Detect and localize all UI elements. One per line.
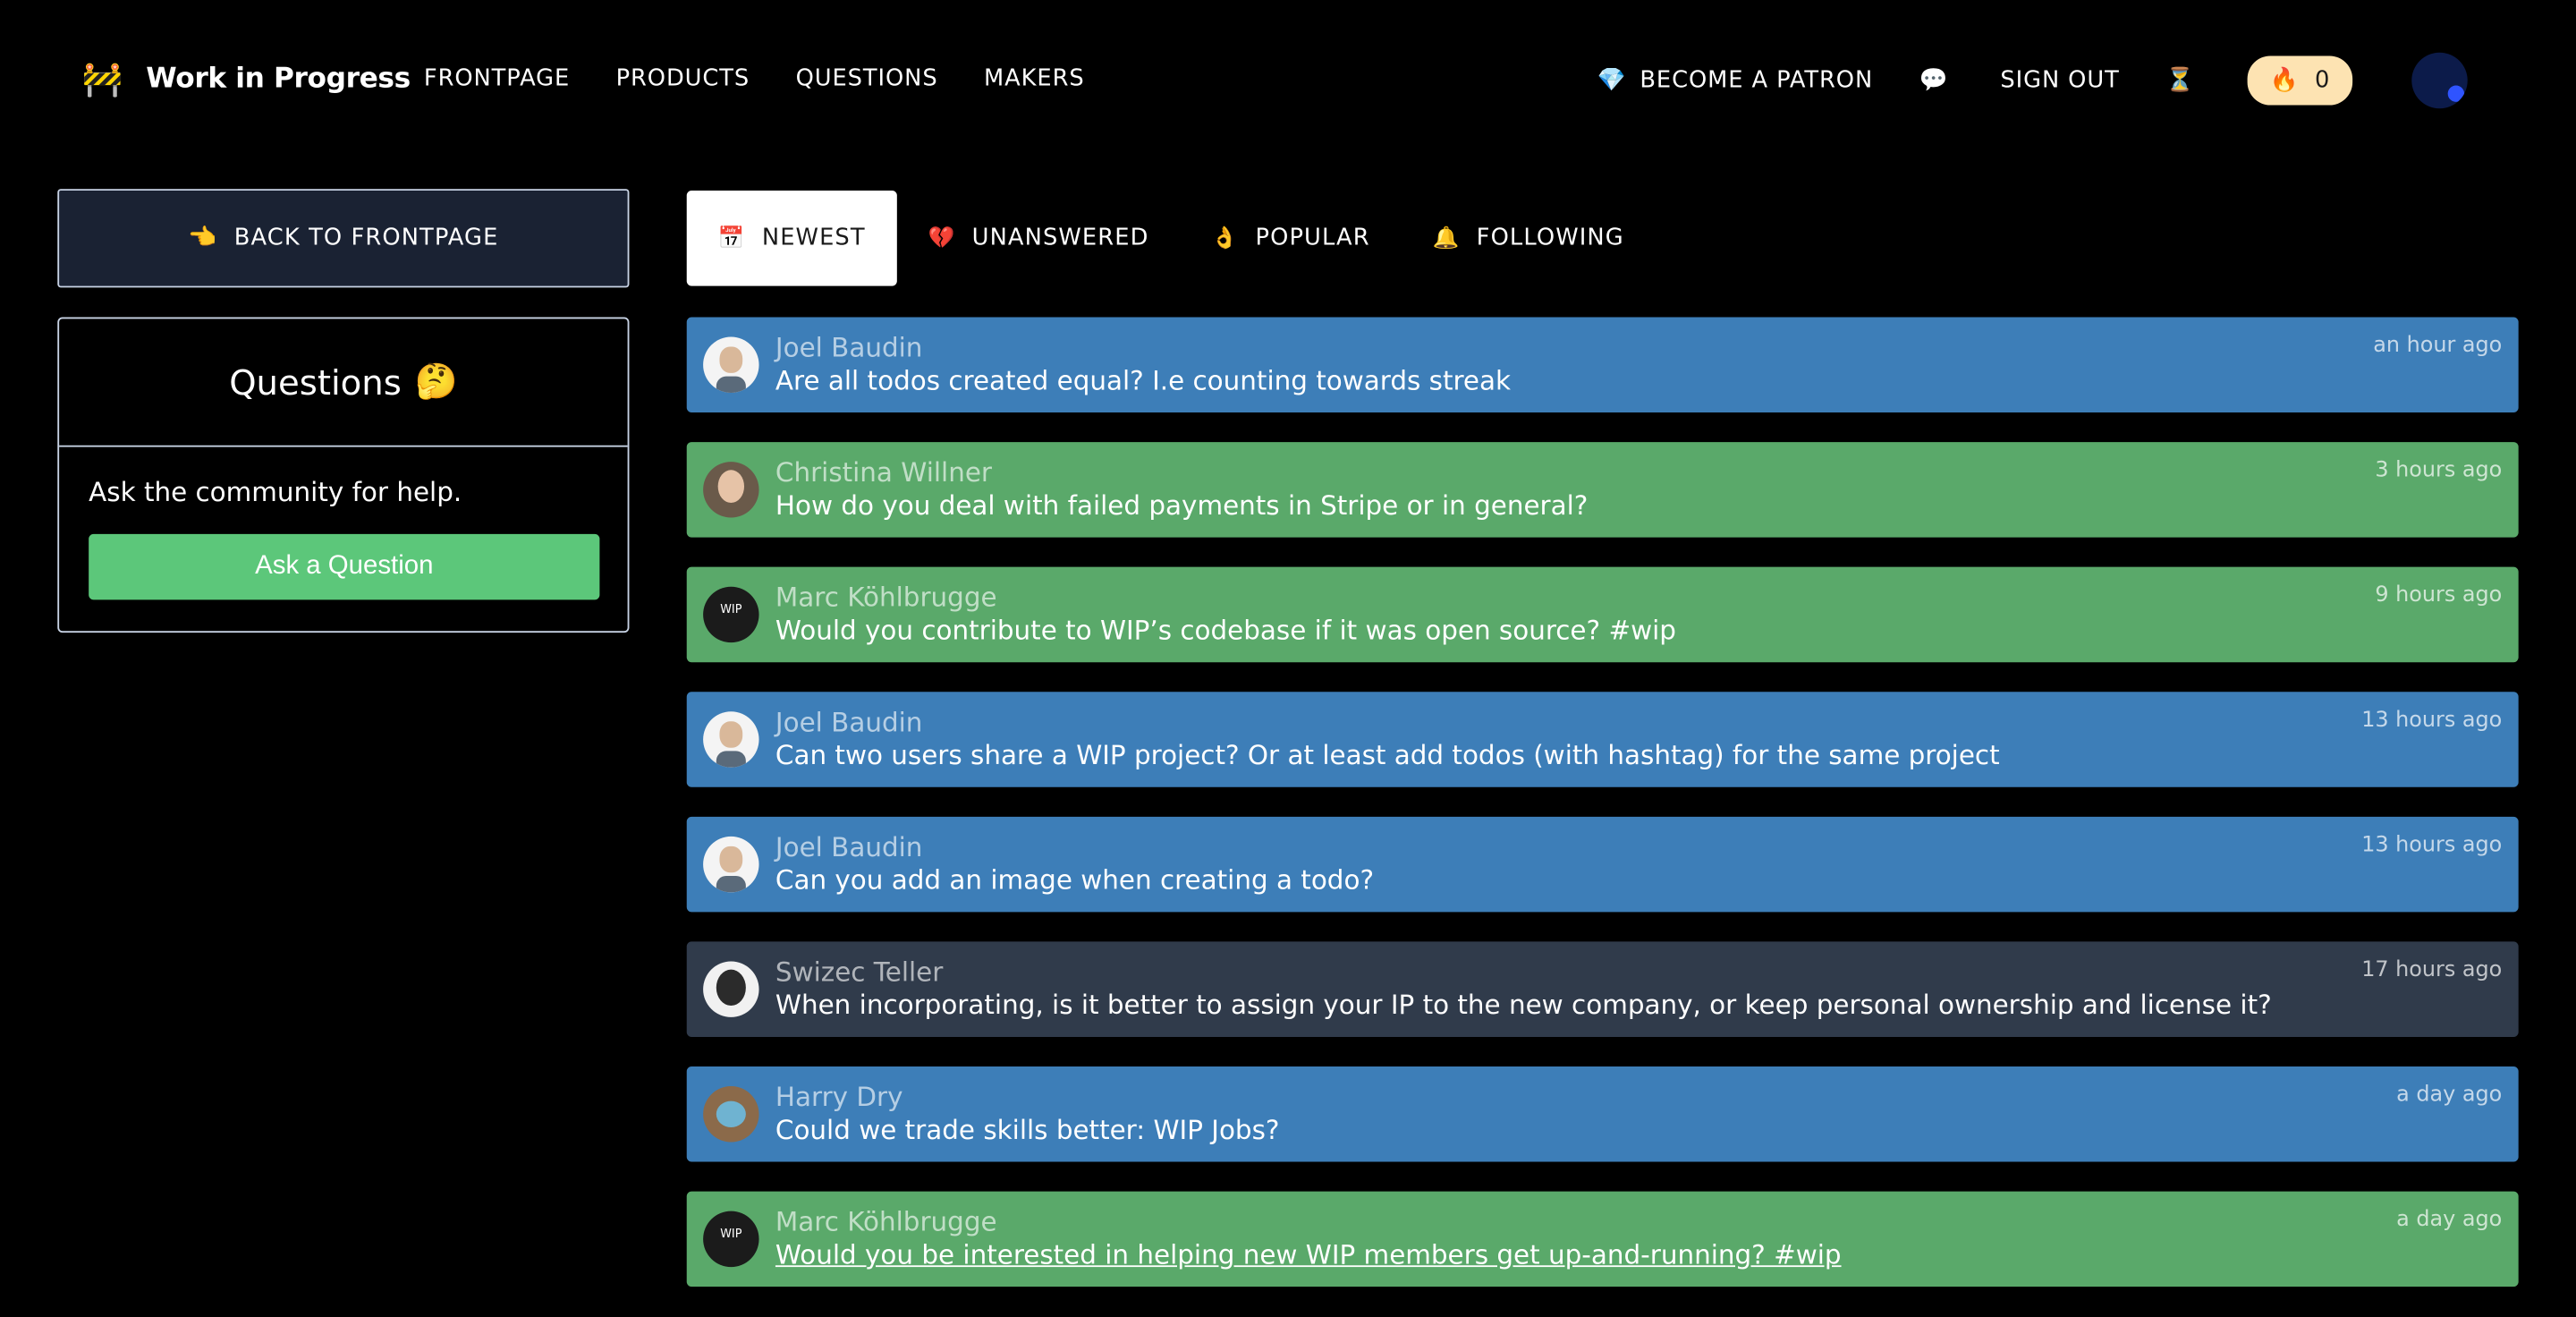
hourglass-icon[interactable]: ⏳: [2165, 67, 2194, 93]
question-title[interactable]: How do you deal with failed payments in …: [775, 489, 1588, 523]
question-time: 3 hours ago: [2375, 458, 2503, 483]
question-author[interactable]: Marc Köhlbrugge: [775, 1206, 1842, 1239]
tab-following[interactable]: 🔔 FOLLOWING: [1402, 191, 1656, 286]
nav-products[interactable]: PRODUCTS: [616, 65, 750, 91]
question-filter-tabs: 📅 NEWEST 💔 UNANSWERED 👌 POPULAR 🔔 FOLLOW…: [686, 191, 1656, 286]
question-item[interactable]: Joel Baudin Can two users share a WIP pr…: [686, 692, 2519, 787]
questions-card-header: Questions 🤔: [59, 319, 628, 447]
question-title[interactable]: Would you be interested in helping new W…: [775, 1239, 1842, 1272]
calendar-icon: 📅: [717, 225, 746, 251]
tab-label: POPULAR: [1255, 225, 1370, 252]
question-text: Marc Köhlbrugge Would you contribute to …: [775, 582, 1676, 647]
question-time: a day ago: [2396, 1207, 2503, 1233]
question-title[interactable]: Could we trade skills better: WIP Jobs?: [775, 1114, 1280, 1147]
nav-makers[interactable]: MAKERS: [984, 65, 1085, 91]
question-text: Swizec Teller When incorporating, is it …: [775, 956, 2272, 1022]
question-author[interactable]: Joel Baudin: [775, 831, 1374, 864]
streak-badge[interactable]: 🔥 0: [2246, 55, 2353, 106]
brand-logo-link[interactable]: 🚧 Work in Progress: [82, 59, 411, 98]
tab-label: NEWEST: [761, 225, 866, 252]
questions-card-body: Ask the community for help. Ask a Questi…: [59, 447, 627, 630]
app: 🚧 Work in Progress FRONTPAGE PRODUCTS QU…: [0, 0, 2576, 1316]
back-to-frontpage-button[interactable]: 👈 BACK TO FRONTPAGE: [57, 189, 630, 288]
questions-card-title: Questions: [229, 361, 402, 403]
sign-out-link[interactable]: SIGN OUT: [2000, 67, 2119, 93]
become-patron-label: BECOME A PATRON: [1640, 67, 1874, 94]
questions-list: Joel Baudin Are all todos created equal?…: [686, 317, 2519, 1316]
question-author[interactable]: Marc Köhlbrugge: [775, 582, 1676, 615]
question-item[interactable]: Harry Dry Could we trade skills better: …: [686, 1066, 2519, 1162]
author-avatar[interactable]: [703, 336, 759, 393]
author-avatar[interactable]: [703, 462, 759, 518]
question-author[interactable]: Christina Willner: [775, 457, 1588, 490]
questions-card: Questions 🤔 Ask the community for help. …: [57, 317, 630, 633]
broken-heart-icon: 💔: [928, 225, 956, 251]
question-text: Joel Baudin Can you add an image when cr…: [775, 831, 1374, 896]
author-avatar[interactable]: [703, 836, 759, 893]
questions-card-description: Ask the community for help.: [89, 476, 462, 508]
ask-question-button[interactable]: Ask a Question: [89, 533, 600, 600]
tab-label: UNANSWERED: [971, 225, 1149, 252]
author-avatar[interactable]: [703, 1211, 759, 1268]
question-author[interactable]: Joel Baudin: [775, 707, 2000, 740]
question-title[interactable]: Would you contribute to WIP’s codebase i…: [775, 615, 1676, 648]
nav-questions[interactable]: QUESTIONS: [796, 65, 938, 91]
author-avatar[interactable]: [703, 1086, 759, 1143]
question-item[interactable]: Marc Köhlbrugge Would you contribute to …: [686, 566, 2519, 663]
user-nav: 💎 BECOME A PATRON 💬 SIGN OUT ⏳ 🔥 0: [1597, 52, 2468, 109]
question-item[interactable]: Marc Köhlbrugge Would you be interested …: [686, 1191, 2519, 1287]
question-time: a day ago: [2396, 1083, 2503, 1108]
tab-popular[interactable]: 👌 POPULAR: [1180, 191, 1401, 286]
tab-unanswered[interactable]: 💔 UNANSWERED: [897, 191, 1181, 286]
tab-newest[interactable]: 📅 NEWEST: [686, 191, 897, 286]
question-text: Christina Willner How do you deal with f…: [775, 457, 1588, 523]
nav-frontpage[interactable]: FRONTPAGE: [424, 65, 570, 91]
question-item[interactable]: Joel Baudin Are all todos created equal?…: [686, 317, 2519, 413]
thinking-face-icon: 🤔: [414, 361, 458, 402]
question-time: 13 hours ago: [2361, 708, 2503, 734]
question-time: 13 hours ago: [2361, 833, 2503, 858]
main-nav: FRONTPAGE PRODUCTS QUESTIONS MAKERS: [424, 65, 1085, 91]
question-text: Marc Köhlbrugge Would you be interested …: [775, 1206, 1842, 1271]
question-author[interactable]: Harry Dry: [775, 1082, 1280, 1115]
author-avatar[interactable]: [703, 711, 759, 768]
question-title[interactable]: Can two users share a WIP project? Or at…: [775, 740, 2000, 773]
question-text: Joel Baudin Are all todos created equal?…: [775, 332, 1511, 397]
ok-hand-icon: 👌: [1211, 225, 1240, 251]
question-text: Joel Baudin Can two users share a WIP pr…: [775, 707, 2000, 772]
fire-icon: 🔥: [2269, 67, 2299, 94]
question-text: Harry Dry Could we trade skills better: …: [775, 1082, 1280, 1147]
question-title[interactable]: When incorporating, is it better to assi…: [775, 990, 2272, 1023]
question-time: an hour ago: [2373, 333, 2503, 359]
construction-icon: 🚧: [81, 59, 123, 99]
brand-name: Work in Progress: [146, 62, 411, 96]
tab-label: FOLLOWING: [1476, 225, 1624, 252]
chat-icon[interactable]: 💬: [1919, 67, 1948, 93]
bell-icon: 🔔: [1432, 225, 1461, 251]
streak-count: 0: [2315, 67, 2330, 94]
question-title[interactable]: Are all todos created equal? I.e countin…: [775, 365, 1511, 398]
question-item[interactable]: Joel Baudin Can you add an image when cr…: [686, 816, 2519, 913]
top-header: 🚧 Work in Progress FRONTPAGE PRODUCTS QU…: [0, 0, 2576, 165]
question-author[interactable]: Swizec Teller: [775, 956, 2272, 990]
question-author[interactable]: Joel Baudin: [775, 332, 1511, 365]
pointing-left-icon: 👈: [188, 225, 218, 252]
question-time: 9 hours ago: [2375, 583, 2503, 608]
question-time: 17 hours ago: [2361, 957, 2503, 983]
author-avatar[interactable]: [703, 586, 759, 643]
question-item[interactable]: Christina Willner How do you deal with f…: [686, 442, 2519, 538]
question-item[interactable]: Swizec Teller When incorporating, is it …: [686, 941, 2519, 1037]
back-to-frontpage-label: BACK TO FRONTPAGE: [233, 225, 499, 252]
author-avatar[interactable]: [703, 961, 759, 1017]
user-avatar[interactable]: [2411, 52, 2468, 109]
question-title[interactable]: Can you add an image when creating a tod…: [775, 864, 1374, 897]
diamond-icon: 💎: [1597, 67, 1627, 94]
become-patron-link[interactable]: 💎 BECOME A PATRON: [1597, 67, 1873, 93]
